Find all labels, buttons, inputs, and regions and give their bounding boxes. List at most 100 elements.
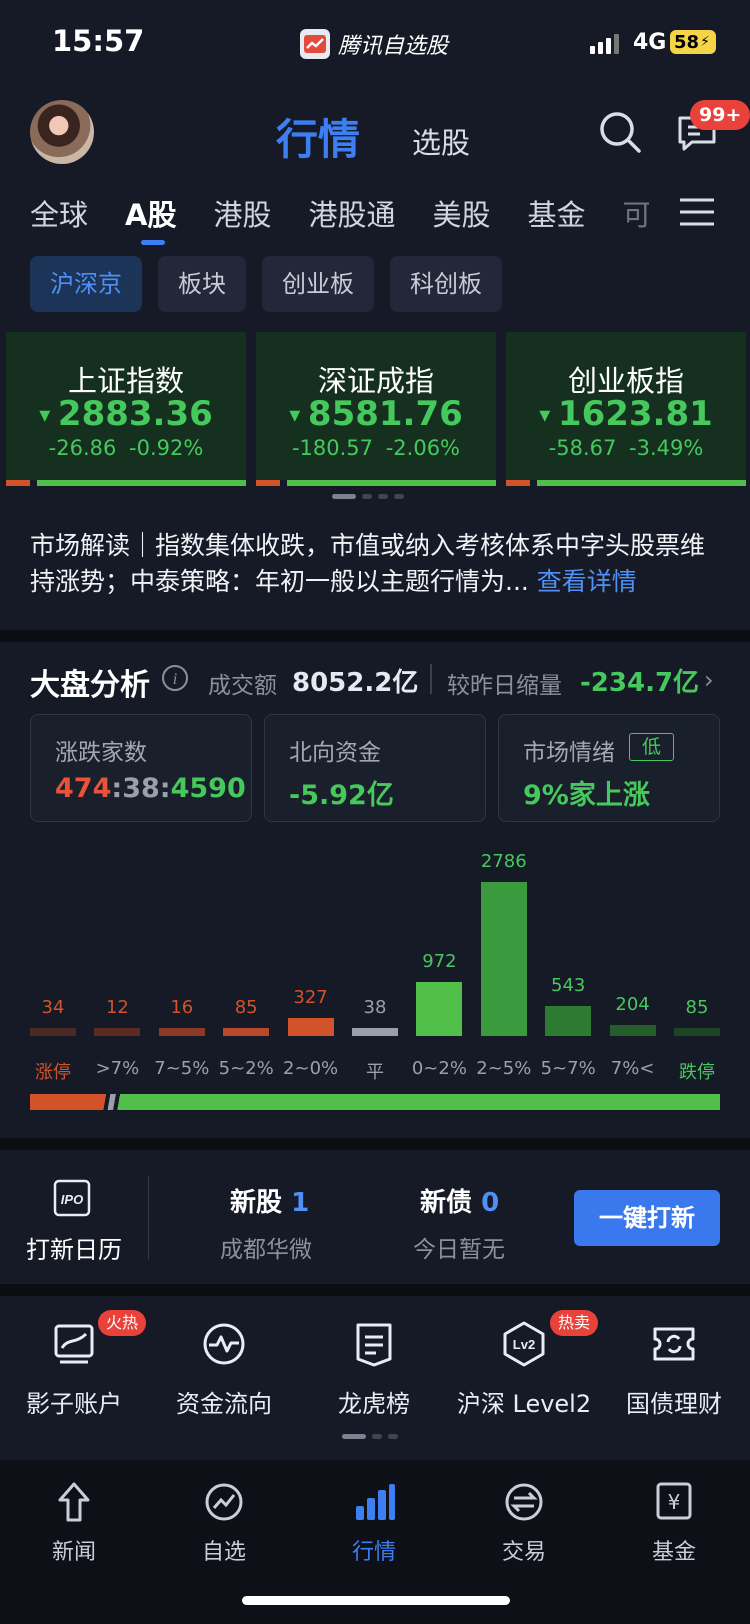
sentiment-box[interactable]: 市场情绪 低 9%家上涨: [498, 714, 720, 822]
tool-label: 龙虎榜: [338, 1390, 410, 1418]
tool-treasury[interactable]: 国债理财: [602, 1320, 746, 1419]
histogram-value-label: 12: [105, 997, 129, 1018]
market-tab-more[interactable]: 可: [623, 192, 649, 234]
market-tab-a-share[interactable]: A股: [125, 192, 176, 245]
nav-label: 新闻: [51, 1540, 96, 1565]
nav-trade[interactable]: 交易: [474, 1480, 574, 1566]
index-card-sse[interactable]: 上证指数 2883.36 -26.86 -0.92%: [6, 332, 246, 486]
one-click-apply-button[interactable]: 一键打新: [574, 1190, 720, 1246]
histogram-bar: [158, 1028, 205, 1036]
northbound-label: 北向资金: [289, 740, 381, 766]
sentiment-value: 9%家上涨: [523, 780, 650, 811]
histogram-value-label: 85: [234, 997, 258, 1018]
market-tab-hk[interactable]: 港股: [213, 192, 271, 234]
menu-icon[interactable]: [678, 196, 716, 228]
sub-tab-chinext[interactable]: 创业板: [262, 256, 374, 312]
capital-flow-icon: [203, 1323, 245, 1365]
sub-tab-sector[interactable]: 板块: [158, 256, 246, 312]
sub-tab-star[interactable]: 科创板: [390, 256, 502, 312]
histogram-bar: [480, 882, 527, 1036]
histogram-column: 327: [287, 986, 334, 1036]
histogram-bar: [416, 982, 463, 1036]
market-tabs: 全球 A股 港股 港股通 美股 基金 可: [30, 192, 686, 245]
volume-label: 成交额: [208, 673, 277, 699]
histogram-bar: [94, 1028, 141, 1036]
app-name: 腾讯自选股: [338, 34, 449, 59]
histogram-value-label: 85: [685, 997, 709, 1018]
market-tab-us[interactable]: 美股: [433, 192, 491, 234]
tab-market[interactable]: 行情: [276, 106, 360, 167]
index-change: -26.86 -0.92%: [48, 436, 204, 460]
index-card-chinext[interactable]: 创业板指 1623.81 -58.67 -3.49%: [506, 332, 746, 486]
dragon-tiger-icon: [356, 1323, 392, 1367]
message-badge: 99+: [690, 100, 750, 130]
nav-label: 行情: [351, 1540, 396, 1565]
histogram-column: 972: [416, 951, 463, 1036]
divider: [430, 664, 432, 694]
chevron-right-icon[interactable]: ›: [704, 666, 714, 694]
status-time: 15:57: [52, 24, 145, 58]
news-more-link[interactable]: 查看详情: [537, 567, 637, 596]
histogram-value-label: 38: [363, 997, 387, 1018]
histogram-value-label: 16: [170, 997, 194, 1018]
info-icon[interactable]: i: [161, 664, 189, 692]
histogram-category-label: 跌停: [679, 1062, 715, 1083]
section-divider: [0, 1284, 750, 1296]
northbound-box[interactable]: 北向资金 -5.92亿: [264, 714, 486, 822]
index-breadth-bar: [6, 480, 246, 486]
tool-label: 影子账户: [26, 1390, 122, 1418]
nav-fund[interactable]: ¥ 基金: [624, 1480, 724, 1566]
histogram-value-label: 34: [41, 997, 65, 1018]
histogram-bar: [352, 1028, 398, 1036]
histogram-category-label: 7%<: [610, 1058, 655, 1079]
updown-values: 474:38:4590: [55, 773, 246, 804]
histogram-bar: [545, 1006, 592, 1036]
histogram-bar: [674, 1028, 720, 1036]
market-tab-hk-connect[interactable]: 港股通: [308, 192, 395, 234]
nav-label: 基金: [651, 1540, 696, 1565]
histogram-category-label: 0~2%: [411, 1058, 467, 1079]
ipo-calendar-icon[interactable]: IPO: [52, 1178, 92, 1218]
hot-badge: 火热: [98, 1310, 147, 1336]
compare-label: 较昨日缩量: [447, 673, 562, 699]
sub-tab-shsz[interactable]: 沪深京: [30, 256, 142, 312]
histogram-category-label: 涨停: [35, 1062, 71, 1083]
tab-stock-picker[interactable]: 选股: [412, 120, 470, 162]
northbound-value: -5.92亿: [289, 780, 394, 811]
tool-dragon-tiger-list[interactable]: 龙虎榜: [302, 1320, 446, 1419]
nav-market[interactable]: 行情: [324, 1480, 424, 1566]
new-bond-title[interactable]: 新债 0: [420, 1182, 499, 1219]
battery-icon: 58 ⚡: [670, 30, 716, 54]
sentiment-label: 市场情绪: [523, 740, 615, 766]
avatar[interactable]: [30, 100, 94, 164]
distribution-labels: 涨停 >7% 7~5% 5~2% 2~0% 平 0~2% 2~5% 5~7% 7%< 跌停: [30, 1058, 720, 1088]
index-card-szse[interactable]: 深证成指 8581.76 -180.57 -2.06%: [256, 332, 496, 486]
histogram-column: 2786: [480, 851, 527, 1036]
treasury-icon: [653, 1327, 695, 1361]
histogram-value-label: 327: [293, 986, 328, 1008]
new-stock-name[interactable]: 成都华微: [220, 1230, 312, 1264]
market-tab-global[interactable]: 全球: [30, 192, 88, 234]
histogram-value-label: 2786: [480, 851, 527, 872]
svg-text:i: i: [173, 671, 177, 688]
new-stock-title[interactable]: 新股 1: [230, 1182, 309, 1219]
svg-text:Lv2: Lv2: [513, 1337, 535, 1352]
histogram-column: 34: [30, 997, 76, 1036]
market-tab-fund[interactable]: 基金: [528, 192, 586, 234]
tool-capital-flow[interactable]: 资金流向: [152, 1320, 296, 1419]
nav-watchlist[interactable]: 自选: [174, 1480, 274, 1566]
histogram-category-label: 7~5%: [154, 1058, 210, 1079]
compare-value: -234.7亿: [580, 668, 700, 698]
nav-news[interactable]: 新闻: [24, 1480, 124, 1566]
market-news[interactable]: 市场解读｜指数集体收跌，市值或纳入考核体系中字头股票维持涨势；中泰策略：年初一般…: [30, 528, 720, 600]
search-icon[interactable]: [598, 110, 642, 154]
trade-icon: [505, 1483, 543, 1521]
home-indicator: [242, 1596, 510, 1605]
updown-count-box[interactable]: 涨跌家数 474:38:4590: [30, 714, 252, 822]
divider: [148, 1176, 149, 1260]
index-value: 1623.81: [506, 394, 746, 434]
ipo-calendar-label[interactable]: 打新日历: [26, 1230, 122, 1265]
index-value: 2883.36: [6, 394, 246, 434]
volume-value: 8052.2亿: [292, 668, 419, 698]
status-bar: 15:57 腾讯自选股 4G 58 ⚡: [0, 0, 750, 88]
